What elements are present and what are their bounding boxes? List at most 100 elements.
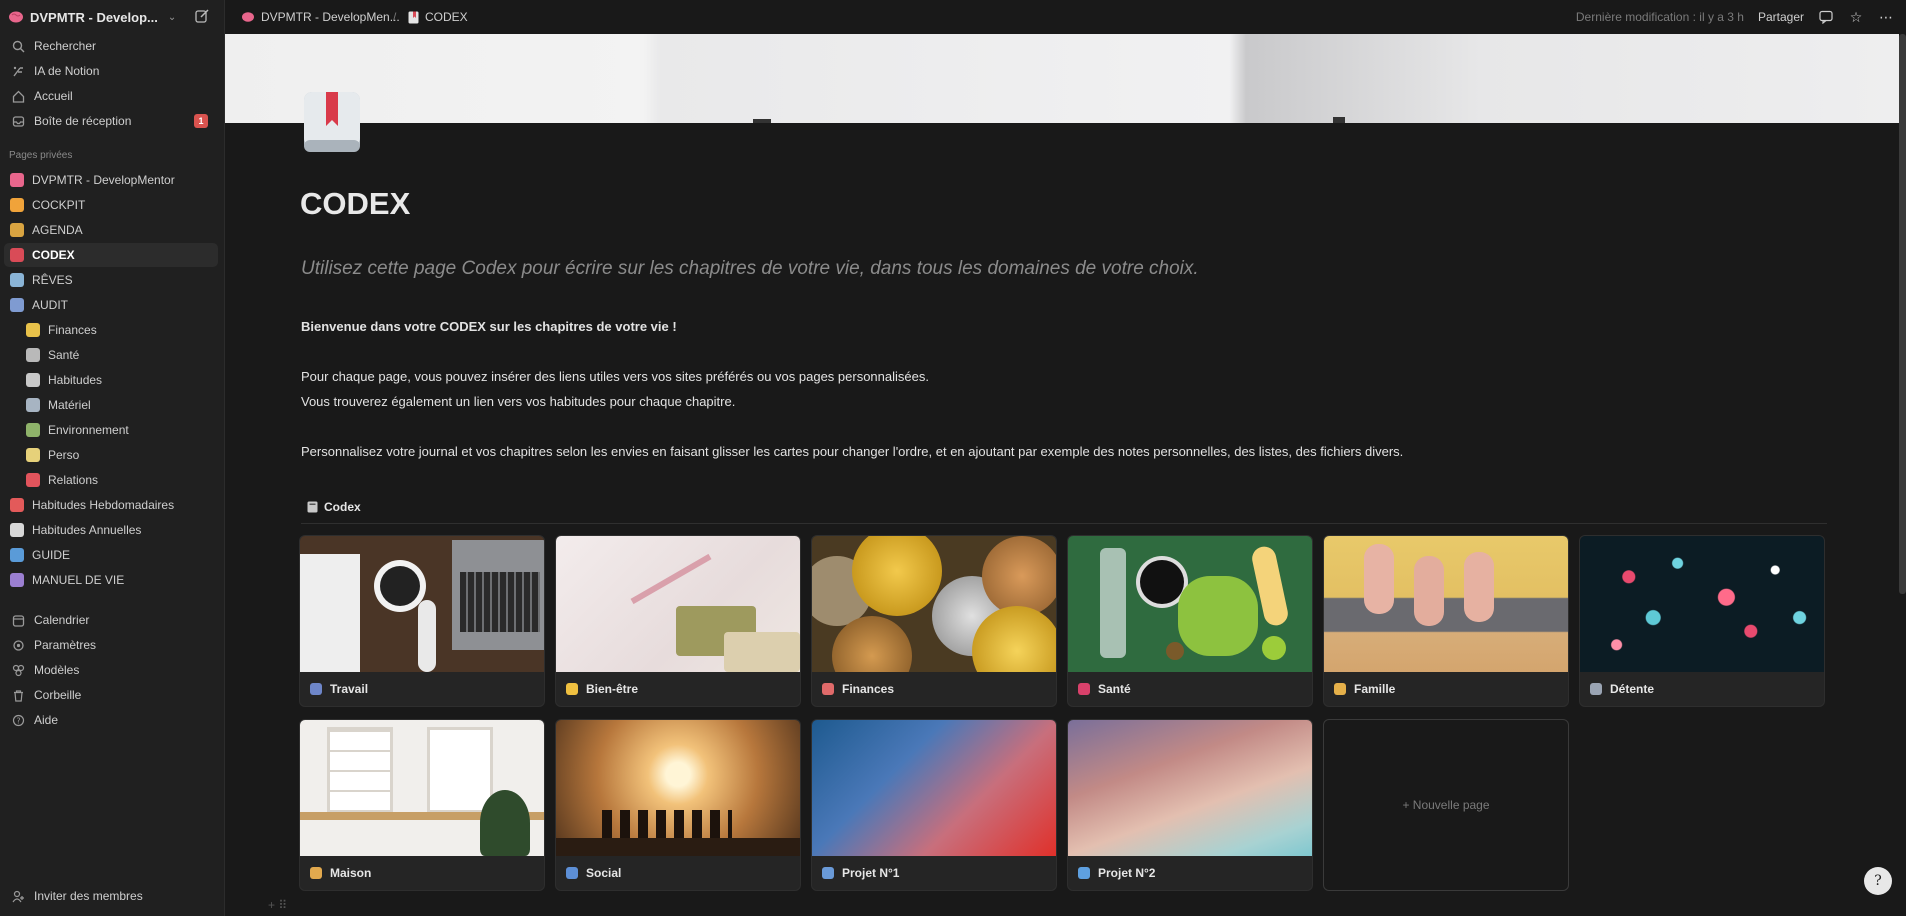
card-cover-image bbox=[556, 720, 800, 856]
sidebar-page-item[interactable]: Habitudes Hebdomadaires bbox=[4, 493, 218, 517]
card-famille[interactable]: Famille bbox=[1324, 536, 1568, 706]
sidebar-page-item[interactable]: Habitudes bbox=[4, 368, 218, 392]
comment-icon[interactable] bbox=[1818, 9, 1834, 25]
new-page-label: + Nouvelle page bbox=[1402, 798, 1490, 812]
workspace-switcher[interactable]: DVPMTR - Develop... ⌄ bbox=[8, 6, 218, 28]
sidebar-item-settings[interactable]: Paramètres bbox=[4, 633, 218, 657]
page-emoji-icon bbox=[26, 323, 40, 337]
sidebar-item-label: IA de Notion bbox=[34, 64, 100, 78]
help-icon: ? bbox=[10, 712, 26, 728]
scrollbar[interactable] bbox=[1899, 34, 1906, 594]
sparkles-icon bbox=[566, 683, 578, 695]
page-emoji-icon bbox=[10, 248, 24, 262]
card-travail[interactable]: Travail bbox=[300, 536, 544, 706]
card-social[interactable]: Social bbox=[556, 720, 800, 890]
database-divider bbox=[301, 523, 1827, 524]
sidebar-page-item[interactable]: RÊVES bbox=[4, 268, 218, 292]
sidebar-item-search[interactable]: Rechercher bbox=[4, 34, 218, 58]
search-icon bbox=[10, 38, 26, 54]
health-icon bbox=[1078, 683, 1090, 695]
notion-ai-help-button[interactable]: ? bbox=[1864, 867, 1892, 895]
page-book-icon[interactable] bbox=[300, 88, 364, 156]
page-emoji-icon bbox=[10, 573, 24, 587]
breadcrumb-workspace[interactable]: DVPMTR - DevelopMen... bbox=[241, 10, 400, 24]
sidebar-page-item[interactable]: Santé bbox=[4, 343, 218, 367]
new-page-card[interactable]: + Nouvelle page bbox=[1324, 720, 1568, 890]
sidebar-page-label: Habitudes Annuelles bbox=[32, 523, 142, 537]
templates-icon bbox=[10, 662, 26, 678]
sidebar-page-item[interactable]: Matériel bbox=[4, 393, 218, 417]
share-button[interactable]: Partager bbox=[1758, 10, 1804, 24]
page-emoji-icon bbox=[10, 298, 24, 312]
inbox-icon bbox=[10, 113, 26, 129]
sidebar-page-label: DVPMTR - DevelopMentor bbox=[32, 173, 175, 187]
briefcase-icon bbox=[310, 683, 322, 695]
sidebar-item-calendar[interactable]: Calendrier bbox=[4, 608, 218, 632]
welcome-paragraph[interactable]: Bienvenue dans votre CODEX sur les chapi… bbox=[301, 319, 677, 334]
breadcrumb-label: CODEX bbox=[425, 10, 468, 24]
sidebar-page-item[interactable]: AGENDA bbox=[4, 218, 218, 242]
computer-icon bbox=[822, 867, 834, 879]
page-title[interactable]: CODEX bbox=[300, 186, 410, 222]
sidebar-page-label: CODEX bbox=[32, 248, 75, 262]
sidebar-page-item[interactable]: Environnement bbox=[4, 418, 218, 442]
sidebar-page-item[interactable]: Habitudes Annuelles bbox=[4, 518, 218, 542]
sidebar-page-item[interactable]: DVPMTR - DevelopMentor bbox=[4, 168, 218, 192]
section-label-private: Pages privées bbox=[9, 150, 73, 161]
sidebar-page-label: MANUEL DE VIE bbox=[32, 573, 125, 587]
card-cover-image bbox=[1068, 536, 1312, 672]
card-sante[interactable]: Santé bbox=[1068, 536, 1312, 706]
card-bien-etre[interactable]: Bien-être bbox=[556, 536, 800, 706]
sidebar-page-label: COCKPIT bbox=[32, 198, 86, 212]
card-finances[interactable]: Finances bbox=[812, 536, 1056, 706]
cover-detail bbox=[1333, 117, 1345, 123]
sidebar-item-label: Modèles bbox=[34, 663, 80, 677]
page-emoji-icon bbox=[10, 273, 24, 287]
sidebar-page-item[interactable]: CODEX bbox=[4, 243, 218, 267]
sidebar-page-label: Matériel bbox=[48, 398, 91, 412]
sidebar-item-ai[interactable]: IA de Notion bbox=[4, 59, 218, 83]
brain-icon bbox=[9, 11, 23, 23]
page-emoji-icon bbox=[26, 448, 40, 462]
paragraph[interactable]: Pour chaque page, vous pouvez insérer de… bbox=[301, 369, 929, 384]
more-options-icon[interactable]: ⋯ bbox=[1878, 9, 1894, 25]
card-projet-2[interactable]: Projet N°2 bbox=[1068, 720, 1312, 890]
card-cover-image bbox=[812, 536, 1056, 672]
sidebar-page-item[interactable]: MANUEL DE VIE bbox=[4, 568, 218, 592]
breadcrumb-label: DVPMTR - DevelopMen... bbox=[261, 10, 400, 24]
sidebar-item-label: Boîte de réception bbox=[34, 114, 132, 128]
card-projet-1[interactable]: Projet N°1 bbox=[812, 720, 1056, 890]
card-cover-image bbox=[1324, 536, 1568, 672]
sidebar-page-item[interactable]: GUIDE bbox=[4, 543, 218, 567]
card-maison[interactable]: Maison bbox=[300, 720, 544, 890]
sidebar-page-item[interactable]: COCKPIT bbox=[4, 193, 218, 217]
invite-members-button[interactable]: Inviter des membres bbox=[4, 884, 218, 908]
sidebar-item-inbox[interactable]: Boîte de réception 1 bbox=[4, 109, 218, 133]
sidebar-page-item[interactable]: Relations bbox=[4, 468, 218, 492]
sidebar-item-help[interactable]: ? Aide bbox=[4, 708, 218, 732]
sidebar-item-trash[interactable]: Corbeille bbox=[4, 683, 218, 707]
card-detente[interactable]: Détente bbox=[1580, 536, 1824, 706]
paragraph[interactable]: Vous trouverez également un lien vers vo… bbox=[301, 394, 735, 409]
home-icon bbox=[10, 88, 26, 104]
sidebar-item-templates[interactable]: Modèles bbox=[4, 658, 218, 682]
paragraph[interactable]: Personnalisez votre journal et vos chapi… bbox=[301, 444, 1403, 459]
invite-user-icon bbox=[10, 888, 26, 904]
sidebar-item-label: Accueil bbox=[34, 89, 73, 103]
topbar-actions: Dernière modification : il y a 3 h Parta… bbox=[1576, 0, 1906, 34]
add-block-handle-icon[interactable]: + ⠿ bbox=[268, 898, 287, 912]
sidebar-page-item[interactable]: Finances bbox=[4, 318, 218, 342]
sidebar: DVPMTR - Develop... ⌄ Rechercher IA de N… bbox=[0, 0, 225, 916]
family-icon bbox=[1334, 683, 1346, 695]
sidebar-page-item[interactable]: Perso bbox=[4, 443, 218, 467]
database-title[interactable]: Codex bbox=[307, 500, 361, 514]
chevron-down-icon[interactable]: ⌄ bbox=[168, 12, 176, 23]
star-icon[interactable]: ☆ bbox=[1848, 9, 1864, 25]
sidebar-item-home[interactable]: Accueil bbox=[4, 84, 218, 108]
page-quote[interactable]: Utilisez cette page Codex pour écrire su… bbox=[301, 258, 1199, 280]
breadcrumb-codex[interactable]: CODEX bbox=[408, 10, 468, 24]
new-page-icon[interactable] bbox=[194, 8, 210, 24]
page-cover-image[interactable] bbox=[225, 34, 1899, 123]
sidebar-page-item[interactable]: AUDIT bbox=[4, 293, 218, 317]
card-cover-image bbox=[812, 720, 1056, 856]
